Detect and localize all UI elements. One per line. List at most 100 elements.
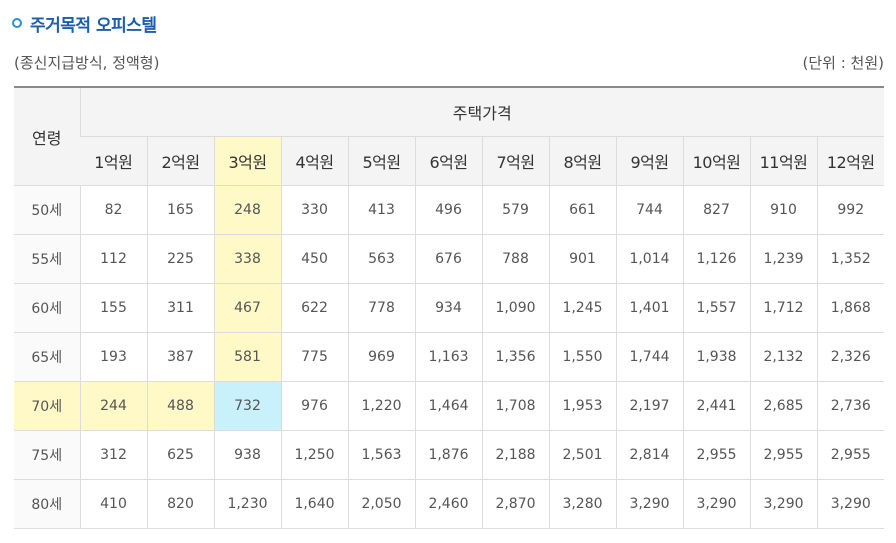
value-cell: 676 [414,234,482,284]
value-cell: 3,280 [548,479,616,529]
value-cell: 910 [749,185,817,235]
value-cell: 2,050 [347,479,415,529]
price-column-header: 5억원 [347,136,415,186]
value-cell: 155 [79,283,147,333]
value-cell: 488 [146,381,214,431]
value-cell: 1,163 [414,332,482,382]
age-cell: 65세 [14,332,80,382]
value-cell: 338 [213,234,281,284]
value-cell: 3,290 [682,479,750,529]
price-column-header: 4억원 [280,136,348,186]
table-row: 70세 244 488 732 976 1,220 1,464 1,708 1,953 2,197… [14,381,884,431]
value-cell: 976 [280,381,348,431]
value-cell: 387 [146,332,214,382]
value-cell: 775 [280,332,348,382]
value-cell: 827 [682,185,750,235]
value-cell: 969 [347,332,415,382]
value-cell: 1,126 [682,234,750,284]
value-cell: 934 [414,283,482,333]
price-column-header: 2억원 [146,136,214,186]
age-cell: 55세 [14,234,80,284]
value-cell: 330 [280,185,348,235]
table-caption-row: (종신지급방식, 정액형) (단위 : 천원) [14,50,884,74]
value-cell: 1,230 [213,479,281,529]
table-row: 60세 155 311 467 622 778 934 1,090 1,245 1,401 1,55… [14,283,884,333]
value-cell: 1,868 [816,283,884,333]
value-cell: 732 [213,381,281,431]
monthly-payment-table: 연령 주택가격 1억원 2억원 3억원 4억원 5억원 6억원 7억원 8억원 9억원 10억원 1… [14,86,884,529]
value-cell: 2,460 [414,479,482,529]
table-row: 80세 410 820 1,230 1,640 2,050 2,460 2,870 3,280 3… [14,479,884,529]
value-cell: 1,953 [548,381,616,431]
value-cell: 3,290 [749,479,817,529]
value-cell: 1,464 [414,381,482,431]
value-cell: 661 [548,185,616,235]
price-column-header: 1억원 [80,136,147,186]
table-row: 75세 312 625 938 1,250 1,563 1,876 2,188 2,501 2,8… [14,430,884,480]
value-cell: 1,563 [347,430,415,480]
table-body: 50세 82 165 248 330 413 496 579 661 744 827 910 992 55… [14,185,884,529]
value-cell: 1,712 [749,283,817,333]
value-cell: 2,326 [816,332,884,382]
value-cell: 2,132 [749,332,817,382]
value-cell: 1,550 [548,332,616,382]
value-cell: 581 [213,332,281,382]
age-cell: 75세 [14,430,80,480]
value-cell: 1,014 [615,234,683,284]
value-cell: 938 [213,430,281,480]
value-cell: 2,736 [816,381,884,431]
value-cell: 311 [146,283,214,333]
value-cell: 2,441 [682,381,750,431]
value-cell: 901 [548,234,616,284]
value-cell: 467 [213,283,281,333]
table-header-row: 연령 주택가격 [14,87,884,186]
value-cell: 2,870 [481,479,549,529]
value-cell: 778 [347,283,415,333]
age-cell: 70세 [14,381,80,431]
age-cell: 50세 [14,185,80,235]
value-cell: 1,938 [682,332,750,382]
price-column-header: 12억원 [816,136,884,186]
value-cell: 744 [615,185,683,235]
section-title: 주거목적 오피스텔 [30,15,157,36]
price-column-header: 11억원 [749,136,817,186]
age-column-header: 연령 [14,87,80,186]
value-cell: 1,245 [548,283,616,333]
value-cell: 2,685 [749,381,817,431]
section-title-row: 주거목적 오피스텔 [12,8,157,38]
value-cell: 1,239 [749,234,817,284]
price-column-header: 7억원 [481,136,549,186]
age-cell: 60세 [14,283,80,333]
value-cell: 1,876 [414,430,482,480]
value-cell: 788 [481,234,549,284]
table-row: 65세 193 387 581 775 969 1,163 1,356 1,550 1,744 1,… [14,332,884,382]
value-cell: 625 [146,430,214,480]
value-cell: 2,955 [682,430,750,480]
value-cell: 1,090 [481,283,549,333]
value-cell: 1,557 [682,283,750,333]
value-cell: 413 [347,185,415,235]
value-cell: 3,290 [816,479,884,529]
value-cell: 1,744 [615,332,683,382]
unit-note: (단위 : 천원) [802,53,885,72]
payment-method-note: (종신지급방식, 정액형) [14,53,160,72]
value-cell: 244 [79,381,147,431]
circle-bullet-icon [12,18,22,28]
price-column-header: 8억원 [548,136,616,186]
value-cell: 1,708 [481,381,549,431]
value-cell: 312 [79,430,147,480]
value-cell: 82 [79,185,147,235]
value-cell: 2,188 [481,430,549,480]
value-cell: 3,290 [615,479,683,529]
value-cell: 1,352 [816,234,884,284]
value-cell: 248 [213,185,281,235]
value-cell: 563 [347,234,415,284]
value-cell: 2,501 [548,430,616,480]
price-columns-row: 1억원 2억원 3억원 4억원 5억원 6억원 7억원 8억원 9억원 10억원 11억원 12억원 [14,136,884,186]
table-row: 55세 112 225 338 450 563 676 788 901 1,014 1,126 1,2… [14,234,884,284]
value-cell: 496 [414,185,482,235]
value-cell: 112 [79,234,147,284]
value-cell: 193 [79,332,147,382]
value-cell: 165 [146,185,214,235]
value-cell: 1,250 [280,430,348,480]
